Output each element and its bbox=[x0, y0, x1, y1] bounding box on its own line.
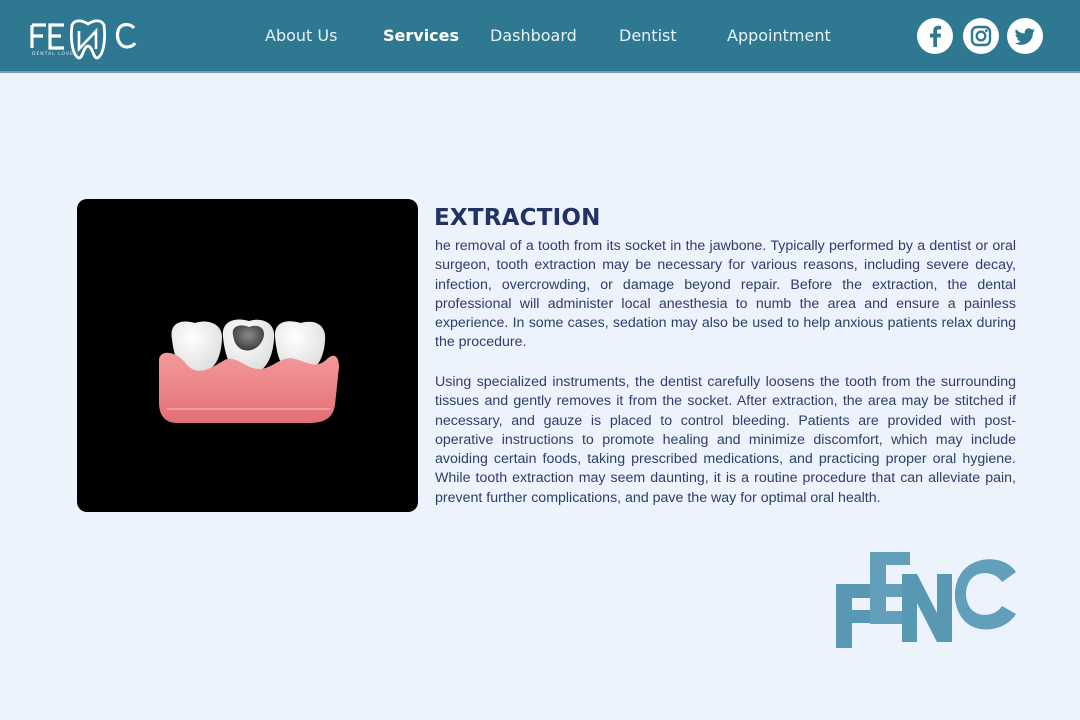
facebook-button[interactable] bbox=[917, 18, 953, 54]
twitter-button[interactable] bbox=[1007, 18, 1043, 54]
teeth-model-image bbox=[159, 319, 339, 423]
brand-tagline: DENTAL LOVE bbox=[32, 52, 74, 57]
brand-watermark-logo bbox=[830, 548, 1022, 657]
nav-dentist[interactable]: Dentist bbox=[619, 26, 677, 45]
twitter-icon bbox=[1014, 28, 1035, 45]
nav-dashboard[interactable]: Dashboard bbox=[490, 26, 577, 45]
nav-about-us[interactable]: About Us bbox=[265, 26, 337, 45]
fenc-watermark-icon bbox=[836, 552, 1016, 648]
top-navbar: DENTAL LOVE About Us Services Dashboard … bbox=[0, 0, 1080, 73]
description-paragraph-2: Using specialized instruments, the denti… bbox=[435, 374, 1016, 506]
brand-logo[interactable]: DENTAL LOVE bbox=[30, 11, 150, 63]
extraction-illustration bbox=[77, 199, 418, 512]
instagram-button[interactable] bbox=[963, 18, 999, 54]
description-paragraph-1: he removal of a tooth from its socket in… bbox=[435, 238, 1016, 351]
page-title: EXTRACTION bbox=[434, 205, 601, 231]
nav-appointment[interactable]: Appointment bbox=[727, 26, 831, 45]
instagram-icon bbox=[970, 25, 992, 47]
nav-services[interactable]: Services bbox=[383, 26, 459, 45]
facebook-icon bbox=[930, 25, 942, 47]
